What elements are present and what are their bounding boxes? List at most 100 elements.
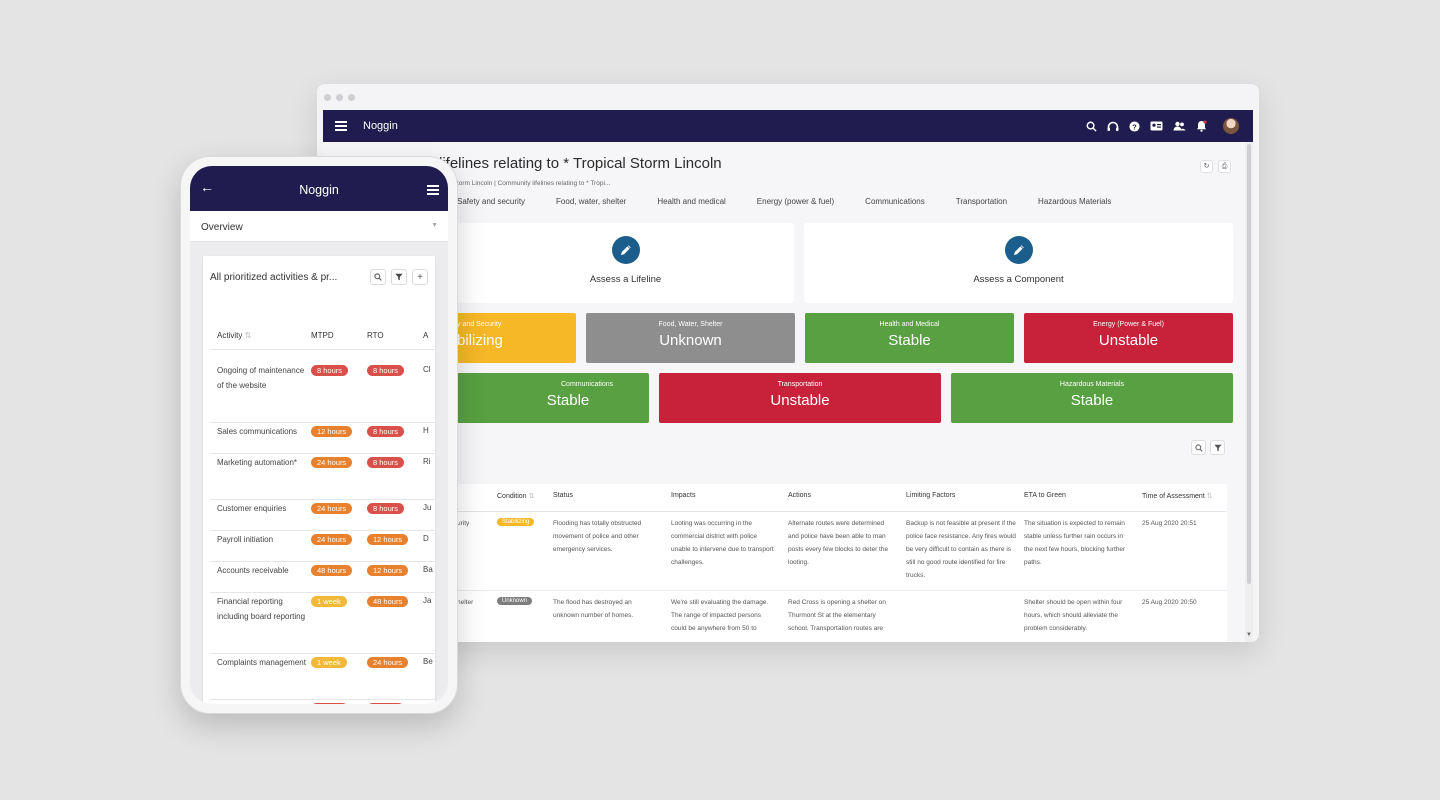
tab-energy[interactable]: Energy (power & fuel) <box>757 197 834 206</box>
cell-lifeline[interactable]: urity <box>457 517 469 530</box>
activity-name[interactable]: Accounts receivable <box>217 563 307 578</box>
cell-eta: The situation is expected to remain stab… <box>1024 520 1126 566</box>
row-divider <box>210 530 435 531</box>
truncated-cell: Be <box>423 657 433 666</box>
activity-name[interactable]: Complaints management <box>217 655 307 670</box>
lifeline-tile-hazardous-materials[interactable]: Hazardous Materials Stable <box>951 373 1233 423</box>
tab-food-water-shelter[interactable]: Food, water, shelter <box>556 197 626 206</box>
col-header-condition[interactable]: Condition ⇅ <box>497 492 534 500</box>
card-title: All prioritized activities & pr... <box>210 272 338 283</box>
lifeline-tile-energy[interactable]: Energy (Power & Fuel) Unstable <box>1024 313 1233 363</box>
row-divider <box>210 499 435 500</box>
row-divider <box>210 561 435 562</box>
rto-badge: 8 hours <box>367 703 405 704</box>
cell-lifeline[interactable]: helter <box>457 596 473 609</box>
cell-impacts: We're still evaluating the damage. The r… <box>671 599 769 632</box>
truncated-cell: D <box>423 534 429 543</box>
table-filter-button[interactable] <box>1210 440 1225 455</box>
scrollbar-thumb[interactable] <box>1247 144 1251 584</box>
headset-icon[interactable] <box>1107 121 1119 132</box>
activities-card: All prioritized activities & pr... + Act… <box>203 256 435 704</box>
tab-communications[interactable]: Communications <box>865 197 925 206</box>
pencil-icon <box>611 236 640 264</box>
col-header-time[interactable]: Time of Assessment ⇅ <box>1142 492 1213 500</box>
app-brand: Noggin <box>363 120 398 132</box>
id-card-icon[interactable] <box>1150 121 1163 131</box>
search-icon[interactable] <box>1086 121 1097 132</box>
overview-select[interactable]: Overview ▼ <box>190 211 448 242</box>
lifeline-tile-food-water-shelter[interactable]: Food, Water, Shelter Unknown <box>586 313 795 363</box>
activity-name[interactable]: Payroll initiation <box>217 532 307 547</box>
col-header-impacts[interactable]: Impacts <box>671 492 696 499</box>
main-content: lifelines relating to * Tropical Storm L… <box>323 142 1253 642</box>
truncated-cell: Ba <box>423 565 433 574</box>
tab-transportation[interactable]: Transportation <box>956 197 1007 206</box>
mtpd-badge: 24 hours <box>311 457 353 468</box>
activity-name[interactable]: Customer enquiries <box>217 501 307 516</box>
print-icon[interactable]: ⎙ <box>1218 160 1231 173</box>
tile-status: Unknown <box>659 332 722 349</box>
help-icon[interactable]: ? <box>1129 120 1140 132</box>
mtpd-badge: 48 hours <box>311 565 353 576</box>
window-dot[interactable] <box>324 93 331 101</box>
mobile-device: ← Noggin Overview ▼ All prioritized acti… <box>180 156 458 714</box>
bell-icon[interactable] <box>1196 120 1207 132</box>
row-divider <box>210 653 435 654</box>
app-topbar: Noggin ? <box>323 110 1253 142</box>
filter-icon <box>1213 444 1222 451</box>
col-header-mtpd[interactable]: MTPD <box>311 331 334 340</box>
mtpd-badge: 24 hours <box>311 503 353 514</box>
lifeline-tile-transportation[interactable]: Transportation Unstable <box>659 373 941 423</box>
add-button[interactable]: + <box>412 269 428 285</box>
header-actions: ↻ ⎙ <box>1200 160 1231 173</box>
truncated-cell: Ja <box>423 596 432 605</box>
activity-name[interactable]: Ongoing of maintenance of the website <box>217 363 307 393</box>
row-divider <box>210 699 435 700</box>
scroll-down-icon[interactable]: ▼ <box>1246 632 1252 638</box>
activity-name[interactable]: Financial reporting including board repo… <box>217 594 307 624</box>
tile-name: Food, Water, Shelter <box>658 321 723 328</box>
col-header-actions[interactable]: Actions <box>788 492 811 499</box>
col-header-status[interactable]: Status <box>553 492 573 499</box>
col-header-eta[interactable]: ETA to Green <box>1024 492 1066 499</box>
search-button[interactable] <box>370 269 386 285</box>
topbar-icons: ? <box>1086 118 1239 134</box>
lifeline-tile-communications[interactable]: Communications Stable <box>457 373 649 423</box>
mtpd-badge: 1 week <box>311 657 347 668</box>
rto-badge: 12 hours <box>367 534 409 545</box>
tab-health-medical[interactable]: Health and medical <box>657 197 725 206</box>
rto-badge: 8 hours <box>367 365 405 376</box>
lifeline-tile-safety[interactable]: y and Security bilizing <box>457 313 576 363</box>
menu-icon[interactable] <box>427 185 439 195</box>
col-header-cut[interactable]: A <box>423 331 428 340</box>
activity-name[interactable]: Marketing automation* <box>217 455 307 470</box>
assess-component-label: Assess a Component <box>973 274 1064 285</box>
assess-component-card[interactable]: Assess a Component <box>804 223 1233 303</box>
lifeline-tile-health-medical[interactable]: Health and Medical Stable <box>805 313 1014 363</box>
activity-name[interactable]: Ongoing of <box>217 701 307 704</box>
vertical-scrollbar[interactable]: ▼ <box>1245 142 1253 642</box>
col-header-limiting-factors[interactable]: Limiting Factors <box>906 492 955 499</box>
users-icon[interactable] <box>1173 121 1186 131</box>
col-header-rto[interactable]: RTO <box>367 331 384 340</box>
window-dot[interactable] <box>336 93 343 101</box>
mtpd-badge: 8 hours <box>311 365 349 376</box>
rto-badge: 8 hours <box>367 503 405 514</box>
col-header-activity[interactable]: Activity ⇅ <box>217 331 251 340</box>
table-search-button[interactable] <box>1191 440 1206 455</box>
window-dot[interactable] <box>348 93 355 101</box>
tab-hazardous-materials[interactable]: Hazardous Materials <box>1038 197 1111 206</box>
assess-lifeline-card[interactable]: Assess a Lifeline <box>457 223 794 303</box>
activity-name[interactable]: Sales communications <box>217 424 307 439</box>
filter-button[interactable] <box>391 269 407 285</box>
refresh-icon[interactable]: ↻ <box>1200 160 1213 173</box>
cell-status: Flooding has totally obstructed movement… <box>553 520 642 553</box>
breadcrumb[interactable]: ical Storm Lincoln | Community lifelines… <box>441 180 610 187</box>
filter-icon <box>395 273 403 281</box>
user-avatar[interactable] <box>1223 118 1239 134</box>
tab-safety-security[interactable]: Safety and security <box>457 197 525 206</box>
cell-time: 25 Aug 2020 20:51 <box>1142 520 1197 527</box>
menu-icon[interactable] <box>335 121 347 131</box>
header-divider <box>210 349 435 350</box>
rto-badge: 12 hours <box>367 565 409 576</box>
